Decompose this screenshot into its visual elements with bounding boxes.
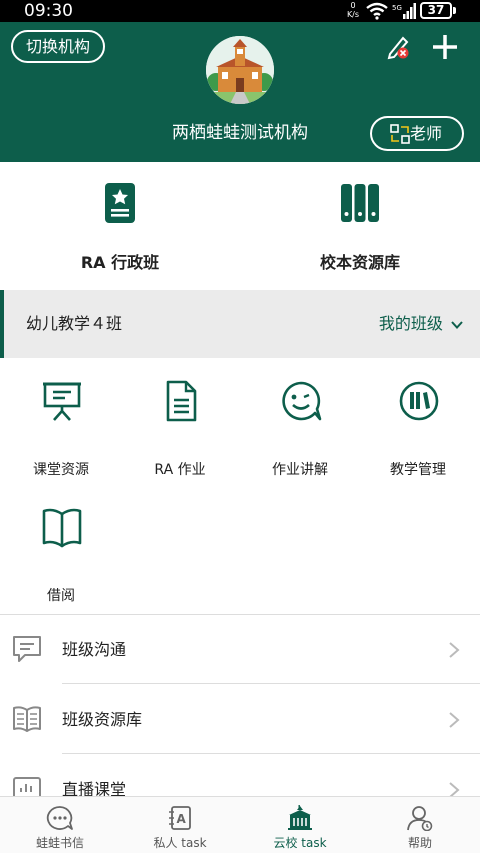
my-class-dropdown[interactable]: 我的班级 (379, 313, 464, 335)
school-building-illustration (206, 36, 274, 104)
feature-classroom-resources[interactable]: 课堂资源 (1, 380, 121, 490)
add-icon[interactable] (430, 32, 460, 62)
my-class-label: 我的班级 (378, 314, 443, 333)
class-bar: 幼儿教学４班 我的班级 (0, 290, 480, 358)
card-admin-class[interactable]: RA 行政班 (0, 162, 240, 290)
open-book-icon (42, 508, 82, 548)
role-switch-button[interactable]: 老师 (370, 116, 464, 151)
header: 切换机构 两栖蛙蛙测试机构 老师 (0, 22, 480, 162)
feature-borrow[interactable]: 借阅 (1, 506, 121, 616)
feature-ra-homework[interactable]: RA 作业 (120, 380, 240, 490)
battery-indicator: 37 (420, 2, 452, 19)
network-speed-unit: K/s (346, 10, 360, 19)
admin-class-icon (105, 183, 135, 223)
top-cards: RA 行政班 校本资源库 (0, 162, 480, 290)
books-icon (341, 184, 379, 222)
chevron-down-icon (451, 320, 463, 329)
role-label: 老师 (410, 124, 443, 143)
edit-icon[interactable] (386, 34, 412, 60)
tab-label: 蛙蛙书信 (35, 836, 84, 850)
feature-teaching-management[interactable]: 教学管理 (358, 380, 478, 490)
battery-tip (453, 7, 456, 14)
tab-label: 帮助 (407, 836, 432, 850)
tab-private-task[interactable]: A 私人 task (120, 797, 240, 853)
list-item-label: 班级沟通 (62, 640, 127, 659)
org-avatar[interactable] (206, 36, 274, 104)
notebook-a-icon: A (169, 806, 191, 830)
tab-cloud-school-task[interactable]: 云校 task (240, 797, 360, 853)
signal-icon: 5G (392, 3, 416, 19)
status-time: 09:30 (24, 1, 73, 21)
switch-org-button[interactable]: 切换机构 (11, 30, 105, 63)
list-separator (62, 753, 480, 754)
status-bar: 09:30 0 K/s 5G 37 (0, 0, 480, 22)
list-item-class-resources[interactable]: 班级资源库 (0, 685, 480, 754)
network-speed: 0 K/s (344, 1, 362, 19)
svg-text:A: A (177, 812, 187, 826)
tab-label: 私人 task (153, 836, 207, 850)
feature-label: 课堂资源 (33, 462, 89, 478)
feature-label: 教学管理 (390, 462, 446, 478)
card-school-resources[interactable]: 校本资源库 (240, 162, 480, 290)
wifi-icon (366, 2, 388, 20)
document-icon (166, 380, 197, 422)
tab-help[interactable]: 帮助 (360, 797, 480, 853)
feature-label: 作业讲解 (272, 462, 328, 478)
chat-smile-icon (282, 381, 322, 421)
feature-homework-explanation[interactable]: 作业讲解 (240, 380, 360, 490)
message-icon (13, 636, 41, 662)
school-building-icon (288, 805, 312, 830)
reader-icon (13, 706, 41, 732)
help-person-icon (407, 806, 433, 831)
list-separator (62, 683, 480, 684)
chevron-right-icon (449, 712, 460, 728)
network-speed-value: 0 (350, 1, 356, 10)
tab-label: 云校 task (273, 836, 327, 850)
feature-label: RA 作业 (154, 462, 206, 478)
bookshelf-icon (399, 381, 439, 421)
bottom-nav: 蛙蛙书信 A 私人 task 云校 task 帮助 (0, 796, 480, 853)
feature-label: 借阅 (47, 588, 75, 604)
list-item-class-communication[interactable]: 班级沟通 (0, 615, 480, 684)
letter-chat-icon (46, 806, 73, 830)
switch-role-icon (390, 124, 410, 144)
presentation-board-icon (43, 382, 81, 421)
chevron-right-icon (449, 642, 460, 658)
tab-letters[interactable]: 蛙蛙书信 (0, 797, 120, 853)
svg-text:5G: 5G (392, 4, 402, 12)
list-item-label: 班级资源库 (62, 710, 143, 729)
card-school-resources-label: 校本资源库 (319, 253, 400, 272)
current-class-name: 幼儿教学４班 (26, 314, 123, 333)
card-admin-class-label: RA 行政班 (80, 253, 160, 272)
